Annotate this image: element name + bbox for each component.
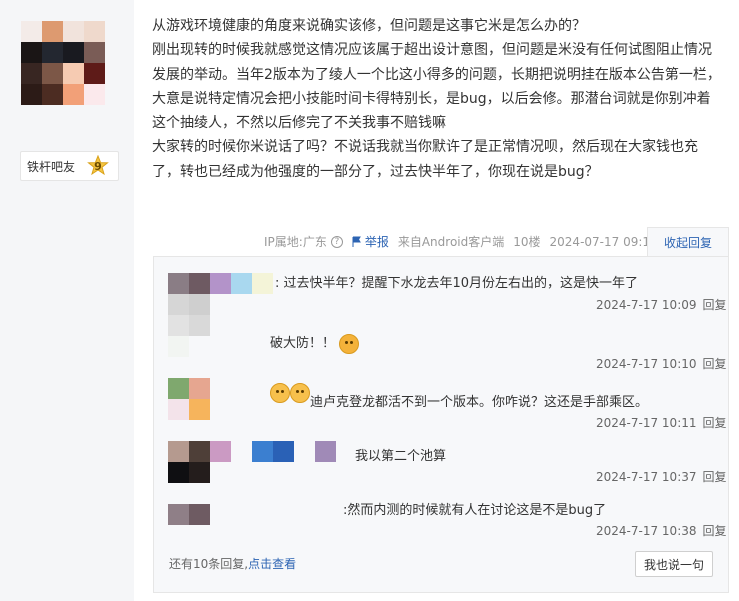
post-line: 从游戏环境健康的角度来说确实该修，但问题是这事它米是怎么办的？ [152, 18, 586, 34]
post-line: 这个抽绫人，不然以后修完了不关我事不赔钱嘛 [152, 115, 446, 132]
ip-location: IP属地:广东 [264, 235, 327, 249]
avatar[interactable] [168, 273, 273, 294]
reply-meta: 2024-7-17 10:38 回复 [596, 522, 727, 539]
reply-text: 破大防！！ [270, 332, 360, 354]
post-line: 刚出现转的时候我就感觉这情况应该属于超出设计意图，但问题是米没有任何试图阻止情况 [152, 42, 712, 59]
reply-meta: 2024-7-17 10:09 回复 [596, 296, 727, 313]
reply-text: : 过去快半年？提醒下水龙去年10月份左右出的，这是快一年了 [275, 276, 639, 291]
avatar[interactable] [168, 294, 210, 357]
post-line: 发展的举动。当年2版本为了绫人一个比这小得多的问题，长期把说明挂在版本公告第一栏… [152, 66, 721, 83]
reply-text: 我以第二个池算 [355, 449, 447, 464]
post-line: 大家转的时候你米说话了吗？不说话我就当你默许了是正常情况呗，然后现在大家钱也充 [152, 139, 698, 156]
reply-meta: 2024-7-17 10:10 回复 [596, 355, 727, 372]
reply-time: 2024-7-17 10:11 [596, 416, 697, 430]
post-line: 大意是说特定情况会把小技能时间卡得特别长，是bug，以后会修。那潜台词就是你别冲… [152, 90, 711, 107]
floor-number: 10楼 [513, 235, 541, 249]
member-badge[interactable]: 铁杆吧友 9 [20, 151, 119, 181]
reply-meta: 2024-7-17 10:11 回复 [596, 414, 727, 431]
reply-time: 2024-7-17 10:10 [596, 357, 697, 371]
level-star-icon: 9 [87, 155, 109, 177]
client-info: 来自Android客户端 [397, 235, 505, 249]
reply-button[interactable]: 回复 [703, 524, 727, 538]
reply-time: 2024-7-17 10:09 [596, 298, 697, 312]
level-number: 9 [94, 159, 102, 173]
smile-emoji-icon [290, 383, 310, 403]
redacted-name [210, 441, 336, 462]
post-line: 了，转也已经成为他强度的一部分了，过去快半年了，你现在说是bug？ [152, 163, 599, 180]
report-link[interactable]: 举报 [351, 233, 389, 250]
avatar[interactable] [168, 441, 210, 483]
angry-emoji-icon [339, 333, 360, 354]
help-icon[interactable]: ? [330, 235, 343, 248]
report-icon [352, 236, 361, 247]
post-content: 从游戏环境健康的角度来说确实该修，但问题是这事它米是怎么办的？ 刚出现转的时候我… [152, 14, 732, 184]
more-replies: 还有10条回复,点击查看 [169, 555, 296, 572]
report-label: 举报 [364, 235, 389, 249]
reply-text: 迪卢克登龙都活不到一个版本。你咋说？这还是手部乘区。 [310, 395, 649, 410]
reply-button[interactable]: 回复 [703, 298, 727, 312]
avatar[interactable] [21, 21, 105, 105]
badge-name: 铁杆吧友 [27, 159, 76, 174]
post-time: 2024-07-17 09:18 [549, 234, 658, 249]
reply-text: :然而内测的时候就有人在讨论这是不是bug了 [343, 503, 607, 518]
reply-button[interactable]: 回复 [703, 470, 727, 484]
reply-button[interactable]: 回复 [703, 416, 727, 430]
collapse-replies-button[interactable]: 收起回复 [647, 227, 729, 257]
smile-emoji-icon [270, 383, 290, 403]
reply-time: 2024-7-17 10:37 [596, 470, 697, 484]
reply-time: 2024-7-17 10:38 [596, 524, 697, 538]
author-column: 铁杆吧友 9 [0, 0, 134, 601]
reply-text: 破大防！！ [270, 336, 336, 351]
reply-button[interactable]: 回复 [703, 357, 727, 371]
reply-meta: 2024-7-17 10:37 回复 [596, 468, 727, 485]
avatar[interactable] [168, 378, 210, 420]
say-something-button[interactable]: 我也说一句 [635, 551, 713, 577]
more-replies-count: 还有10条回复, [169, 557, 249, 571]
post-meta: IP属地:广东 ? 举报 来自Android客户端 10楼 2024-07-17… [264, 233, 658, 250]
view-more-link[interactable]: 点击查看 [248, 557, 296, 571]
reply-text [270, 383, 310, 403]
avatar[interactable] [168, 504, 210, 525]
